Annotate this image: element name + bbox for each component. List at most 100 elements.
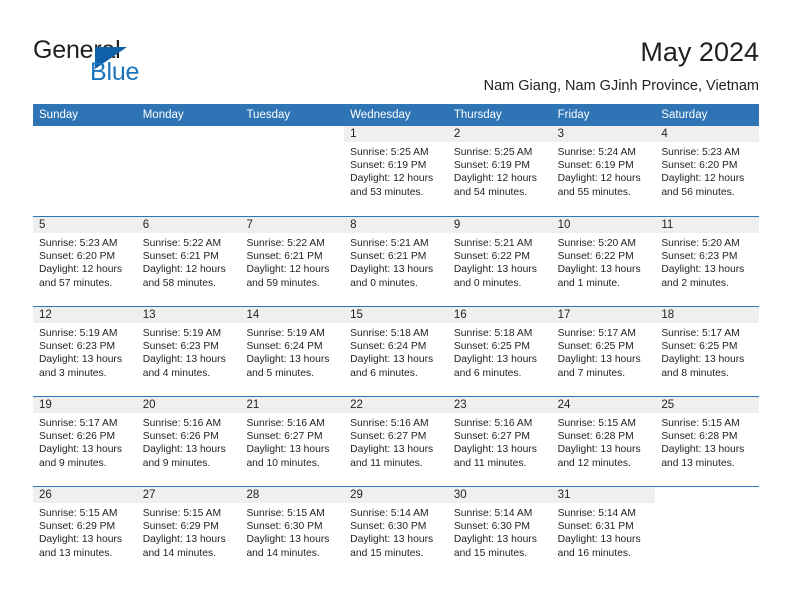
daylight-text-line2: and 10 minutes. bbox=[246, 457, 320, 469]
day-number: 6 bbox=[142, 219, 150, 231]
day-sun-info: Sunrise: 5:22 AM Sunset: 6:21 PM Daylight:… bbox=[137, 233, 241, 290]
calendar-day-cell[interactable]: 21 Sunrise: 5:16 AM Sunset: 6:27 PM Dayligh… bbox=[240, 397, 345, 486]
sunset-text: Sunset: 6:28 PM bbox=[557, 431, 634, 443]
calendar-day-cell[interactable]: 7 Sunrise: 5:22 AM Sunset: 6:21 PM Daylight… bbox=[240, 217, 345, 306]
sunrise-text: Sunrise: 5:20 AM bbox=[661, 238, 740, 249]
calendar-week-row: 12 Sunrise: 5:19 AM Sunset: 6:23 PM Dayligh… bbox=[33, 306, 760, 396]
calendar-day-cell[interactable]: 4 Sunrise: 5:23 AM Sunset: 6:20 PM Daylight… bbox=[655, 126, 760, 216]
sunset-text: Sunset: 6:25 PM bbox=[661, 341, 738, 353]
calendar-day-cell[interactable]: 8 Sunrise: 5:21 AM Sunset: 6:21 PM Daylight… bbox=[344, 217, 448, 306]
sunset-text: Sunset: 6:27 PM bbox=[453, 431, 531, 443]
day-number: 30 bbox=[453, 489, 467, 501]
day-sun-info: Sunrise: 5:22 AM Sunset: 6:21 PM Daylight:… bbox=[240, 233, 344, 290]
day-sun-info: Sunrise: 5:16 AM Sunset: 6:27 PM Daylight:… bbox=[344, 413, 448, 470]
calendar-day-cell[interactable]: 25 Sunrise: 5:15 AM Sunset: 6:28 PM Dayligh… bbox=[655, 397, 760, 486]
daylight-text-line2: and 56 minutes. bbox=[661, 186, 735, 198]
sunrise-text: Sunrise: 5:14 AM bbox=[453, 508, 533, 519]
weekday-header-saturday: Saturday bbox=[661, 109, 708, 121]
daylight-text-line2: and 15 minutes. bbox=[453, 547, 528, 559]
daylight-text-line2: and 57 minutes. bbox=[39, 277, 113, 289]
calendar-day-cell[interactable]: 17 Sunrise: 5:17 AM Sunset: 6:25 PM Dayligh… bbox=[551, 307, 656, 396]
sunset-text: Sunset: 6:21 PM bbox=[246, 251, 323, 263]
weekday-header-friday: Friday bbox=[557, 109, 590, 121]
daylight-text-line1: Daylight: 13 hours bbox=[453, 534, 537, 546]
daylight-text-line1: Daylight: 12 hours bbox=[246, 264, 330, 276]
calendar-day-cell[interactable]: 19 Sunrise: 5:17 AM Sunset: 6:26 PM Dayligh… bbox=[33, 397, 137, 486]
day-number: 24 bbox=[557, 399, 571, 411]
calendar-day-cell[interactable]: 3 Sunrise: 5:24 AM Sunset: 6:19 PM Daylight… bbox=[551, 126, 656, 216]
calendar-day-cell[interactable]: 13 Sunrise: 5:19 AM Sunset: 6:23 PM Dayligh… bbox=[136, 307, 241, 396]
sunrise-text: Sunrise: 5:18 AM bbox=[453, 328, 533, 339]
calendar-day-cell[interactable]: 12 Sunrise: 5:19 AM Sunset: 6:23 PM Dayligh… bbox=[33, 307, 137, 396]
sunrise-text: Sunrise: 5:19 AM bbox=[39, 328, 118, 339]
calendar-day-cell[interactable]: 27 Sunrise: 5:15 AM Sunset: 6:29 PM Dayligh… bbox=[136, 487, 241, 576]
day-sun-info: Sunrise: 5:18 AM Sunset: 6:24 PM Daylight:… bbox=[344, 323, 448, 380]
day-number: 11 bbox=[661, 219, 674, 231]
daylight-text-line1: Daylight: 13 hours bbox=[350, 534, 434, 546]
calendar-day-cell[interactable]: 10 Sunrise: 5:20 AM Sunset: 6:22 PM Dayligh… bbox=[551, 217, 656, 306]
day-number: 18 bbox=[661, 309, 675, 321]
calendar-day-cell[interactable]: 2 Sunrise: 5:25 AM Sunset: 6:19 PM Daylight… bbox=[447, 126, 552, 216]
day-sun-info: Sunrise: 5:20 AM Sunset: 6:22 PM Daylight:… bbox=[552, 233, 656, 290]
sunrise-text: Sunrise: 5:18 AM bbox=[350, 328, 429, 339]
day-number: 3 bbox=[557, 128, 564, 140]
sunset-text: Sunset: 6:26 PM bbox=[142, 431, 219, 443]
sunset-text: Sunset: 6:23 PM bbox=[142, 341, 219, 353]
calendar-day-cell[interactable]: 16 Sunrise: 5:18 AM Sunset: 6:25 PM Dayligh… bbox=[447, 307, 552, 396]
sunset-text: Sunset: 6:23 PM bbox=[661, 251, 738, 263]
daylight-text-line1: Daylight: 13 hours bbox=[661, 444, 745, 456]
day-number-strip bbox=[33, 217, 137, 233]
calendar-day-cell[interactable]: 5 Sunrise: 5:23 AM Sunset: 6:20 PM Daylight… bbox=[33, 217, 137, 306]
daylight-text-line2: and 11 minutes. bbox=[453, 457, 527, 469]
day-number: 9 bbox=[453, 219, 461, 231]
calendar-day-cell[interactable]: 1 Sunrise: 5:25 AM Sunset: 6:19 PM Daylight… bbox=[344, 126, 448, 216]
weekday-header-tuesday: Tuesday bbox=[246, 109, 291, 121]
day-number-strip bbox=[136, 217, 241, 233]
calendar-day-cell[interactable]: 23 Sunrise: 5:16 AM Sunset: 6:27 PM Dayligh… bbox=[447, 397, 552, 486]
calendar-day-cell[interactable]: 20 Sunrise: 5:16 AM Sunset: 6:26 PM Dayligh… bbox=[136, 397, 241, 486]
page-title: May 2024 bbox=[640, 37, 759, 67]
day-sun-info: Sunrise: 5:25 AM Sunset: 6:19 PM Daylight:… bbox=[448, 142, 552, 199]
calendar-day-cell-empty bbox=[655, 487, 760, 576]
calendar-day-cell[interactable]: 11 Sunrise: 5:20 AM Sunset: 6:23 PM Dayligh… bbox=[655, 217, 760, 306]
daylight-text-line2: and 54 minutes. bbox=[453, 186, 528, 198]
daylight-text-line1: Daylight: 13 hours bbox=[350, 444, 434, 456]
daylight-text-line2: and 3 minutes. bbox=[39, 367, 107, 379]
calendar-day-cell[interactable]: 28 Sunrise: 5:15 AM Sunset: 6:30 PM Dayligh… bbox=[240, 487, 345, 576]
calendar-day-cell[interactable]: 22 Sunrise: 5:16 AM Sunset: 6:27 PM Dayligh… bbox=[344, 397, 448, 486]
calendar-day-cell[interactable]: 30 Sunrise: 5:14 AM Sunset: 6:30 PM Dayligh… bbox=[447, 487, 552, 576]
general-blue-logo[interactable]: General Blue bbox=[33, 36, 243, 86]
day-number-strip bbox=[344, 217, 448, 233]
daylight-text-line2: and 14 minutes. bbox=[142, 547, 216, 559]
calendar-day-cell[interactable]: 26 Sunrise: 5:15 AM Sunset: 6:29 PM Dayligh… bbox=[33, 487, 137, 576]
daylight-text-line2: and 12 minutes. bbox=[557, 457, 631, 469]
sunset-text: Sunset: 6:24 PM bbox=[246, 341, 323, 353]
calendar-day-cell[interactable]: 18 Sunrise: 5:17 AM Sunset: 6:25 PM Dayligh… bbox=[655, 307, 760, 396]
day-number: 12 bbox=[39, 309, 52, 321]
sunrise-text: Sunrise: 5:21 AM bbox=[453, 238, 533, 249]
calendar-day-cell[interactable]: 24 Sunrise: 5:15 AM Sunset: 6:28 PM Dayligh… bbox=[551, 397, 656, 486]
calendar-grid: Sunday Monday Tuesday Wednesday Thursday Frid… bbox=[33, 104, 760, 576]
daylight-text-line1: Daylight: 13 hours bbox=[557, 444, 641, 456]
calendar-day-cell[interactable]: 9 Sunrise: 5:21 AM Sunset: 6:22 PM Daylight… bbox=[447, 217, 552, 306]
calendar-day-cell[interactable]: 14 Sunrise: 5:19 AM Sunset: 6:24 PM Dayligh… bbox=[240, 307, 345, 396]
day-sun-info: Sunrise: 5:15 AM Sunset: 6:29 PM Daylight:… bbox=[33, 503, 137, 560]
day-number: 13 bbox=[142, 309, 156, 321]
daylight-text-line2: and 14 minutes. bbox=[246, 547, 320, 559]
day-number-strip bbox=[655, 487, 759, 503]
sunset-text: Sunset: 6:19 PM bbox=[557, 160, 634, 172]
daylight-text-line1: Daylight: 13 hours bbox=[246, 444, 330, 456]
day-number-strip bbox=[344, 126, 448, 142]
day-number-strip bbox=[33, 126, 137, 142]
daylight-text-line1: Daylight: 12 hours bbox=[453, 173, 537, 185]
day-sun-info: Sunrise: 5:16 AM Sunset: 6:26 PM Daylight:… bbox=[137, 413, 241, 470]
sunset-text: Sunset: 6:30 PM bbox=[350, 521, 427, 533]
calendar-day-cell[interactable]: 29 Sunrise: 5:14 AM Sunset: 6:30 PM Dayligh… bbox=[344, 487, 448, 576]
calendar-day-cell[interactable]: 31 Sunrise: 5:14 AM Sunset: 6:31 PM Dayligh… bbox=[551, 487, 656, 576]
calendar-day-cell[interactable]: 15 Sunrise: 5:18 AM Sunset: 6:24 PM Dayligh… bbox=[344, 307, 448, 396]
daylight-text-line2: and 0 minutes. bbox=[453, 277, 522, 289]
calendar-day-cell[interactable]: 6 Sunrise: 5:22 AM Sunset: 6:21 PM Daylight… bbox=[136, 217, 241, 306]
day-number: 29 bbox=[350, 489, 363, 501]
sunrise-text: Sunrise: 5:14 AM bbox=[350, 508, 429, 519]
day-number-strip bbox=[447, 126, 552, 142]
